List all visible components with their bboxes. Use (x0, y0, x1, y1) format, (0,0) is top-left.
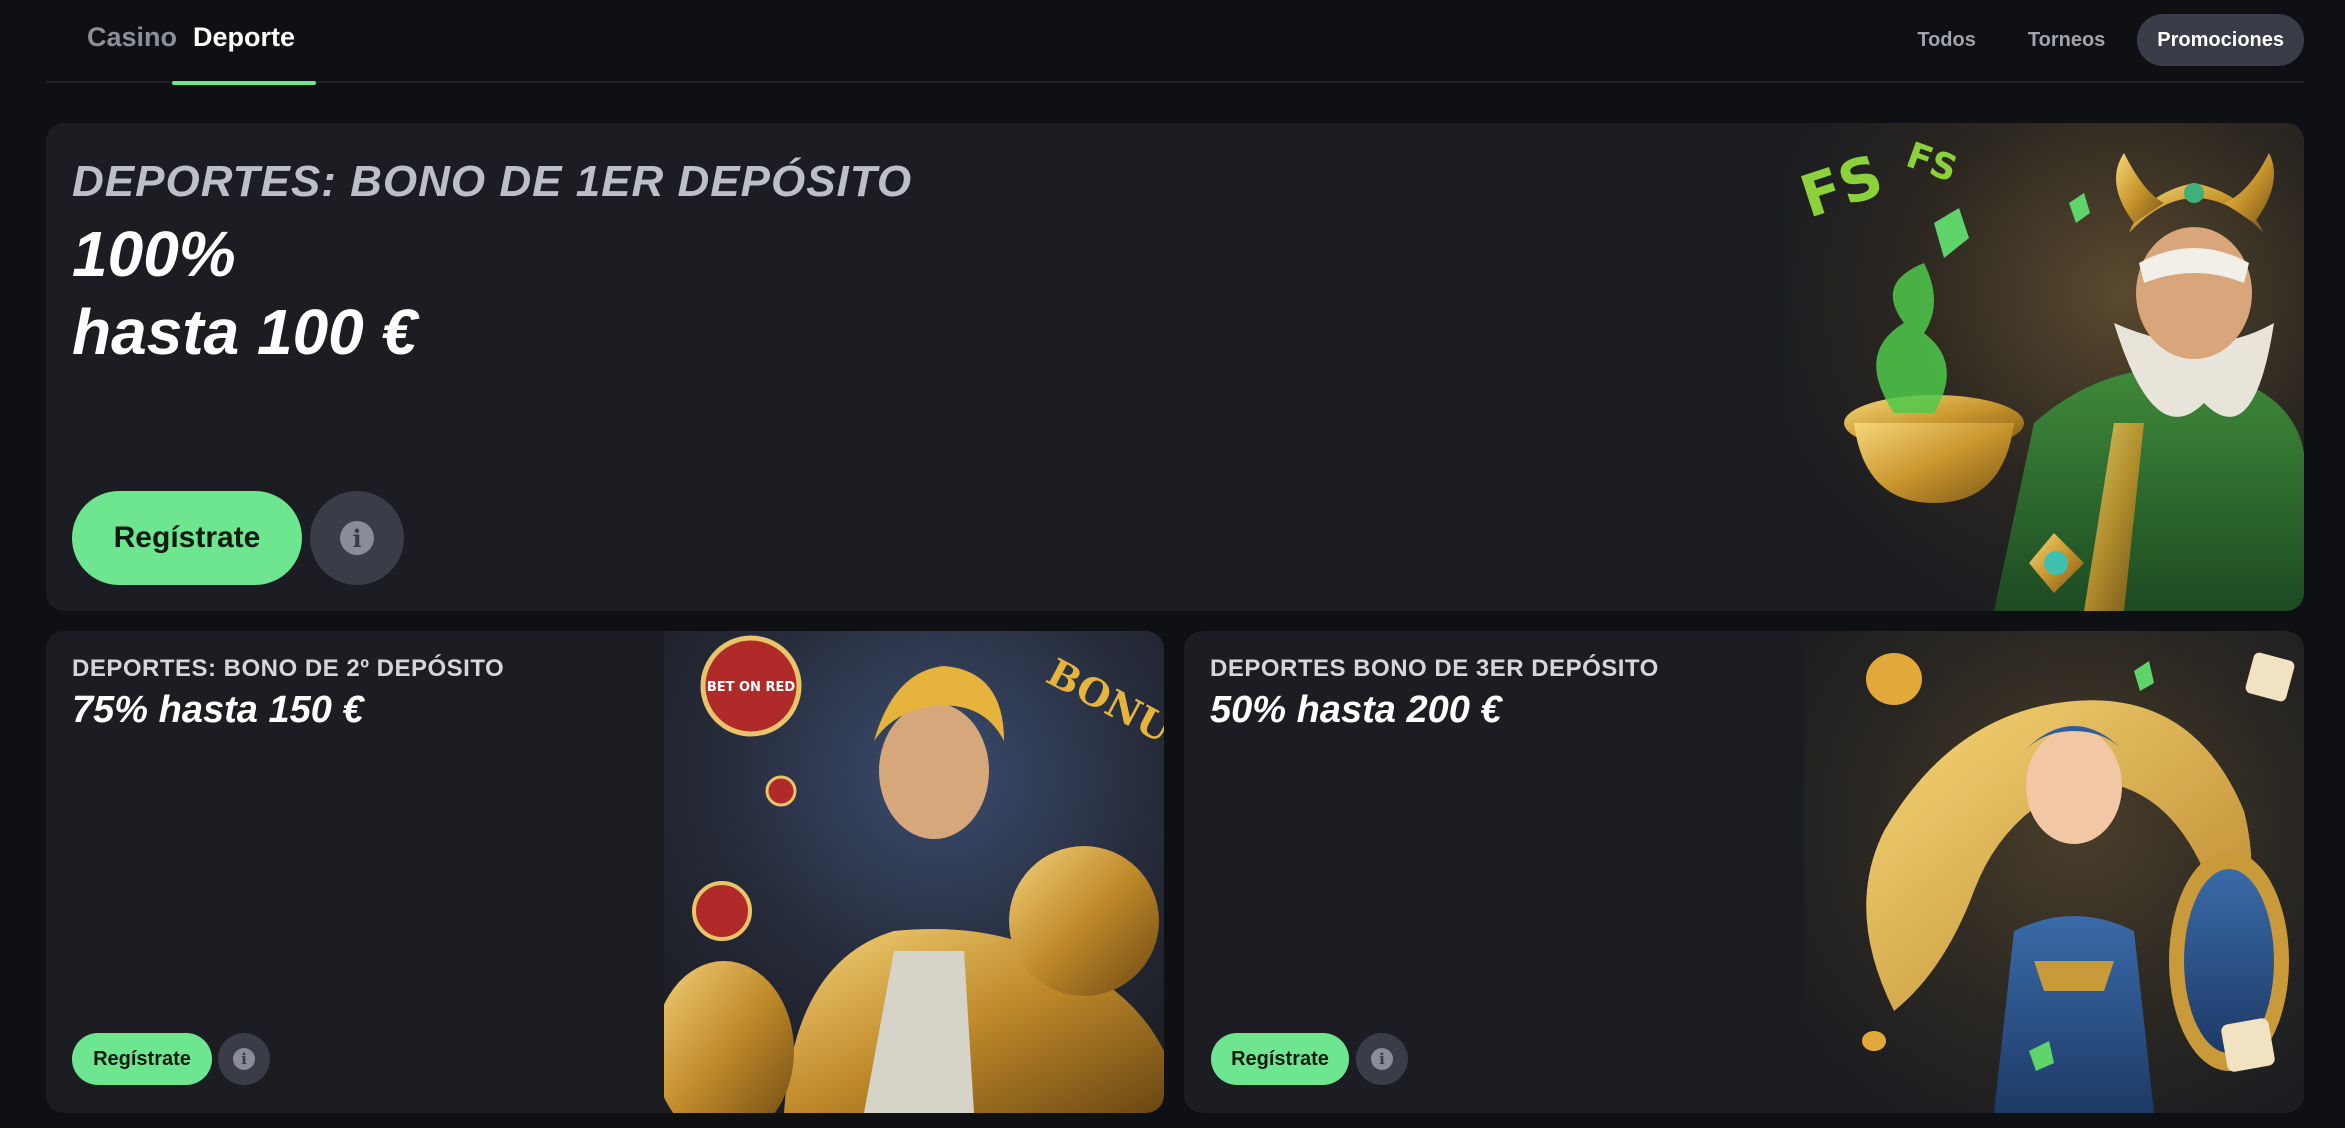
tab-casino-label: Casino (86, 22, 178, 52)
filter-todos-label: Todos (1917, 28, 1976, 51)
info-button[interactable]: i (310, 491, 404, 585)
promo-amount: 75% hasta 150 € (72, 689, 364, 731)
filter-torneos-label: Torneos (2027, 28, 2106, 51)
info-icon: i (340, 521, 374, 555)
warrior-girl-illustration (1804, 631, 2304, 1113)
info-button[interactable]: i (1356, 1033, 1408, 1085)
filter-promociones-label: Promociones (2157, 28, 2284, 51)
promo-title: DEPORTES: BONO DE 2º DEPÓSITO (72, 655, 505, 682)
register-button[interactable]: Regístrate (72, 491, 302, 585)
filter-group: Todos Torneos Promociones (1897, 14, 2304, 66)
promo-card-first-deposit: DEPORTES: BONO DE 1ER DEPÓSITO 100% hast… (46, 123, 2304, 611)
promo-amount: 50% hasta 200 € (1210, 689, 1502, 731)
filter-torneos[interactable]: Torneos (2008, 14, 2125, 66)
filter-promociones[interactable]: Promociones (2137, 14, 2304, 66)
register-button[interactable]: Regístrate (1211, 1033, 1349, 1085)
knight-illustration: BONUS BET ON RED (664, 631, 1164, 1113)
active-tab-indicator (172, 81, 316, 85)
promo-amount: 100% hasta 100 € (72, 215, 972, 371)
tab-deporte-label: Deporte (192, 22, 295, 52)
promo-title: DEPORTES: BONO DE 1ER DEPÓSITO (72, 157, 913, 206)
promo-title: DEPORTES BONO DE 3ER DEPÓSITO (1210, 655, 1659, 682)
info-icon: i (1371, 1048, 1393, 1070)
info-button[interactable]: i (218, 1033, 270, 1085)
promo-amount-percent: 100% (72, 218, 236, 290)
promotions-page: Casino Deporte Todos Torneos Promociones… (0, 0, 2345, 1128)
filter-todos[interactable]: Todos (1897, 14, 1996, 66)
register-button[interactable]: Regístrate (72, 1033, 212, 1085)
promo-card-second-deposit: DEPORTES: BONO DE 2º DEPÓSITO 75% hasta … (46, 631, 1164, 1113)
info-icon: i (233, 1048, 255, 1070)
wizard-illustration: FS FS (1784, 123, 2304, 611)
top-navigation: Casino Deporte Todos Torneos Promociones (46, 0, 2304, 85)
promo-amount-cap: hasta 100 € (72, 296, 418, 368)
chip-label: BET ON RED (707, 680, 796, 695)
tab-deporte[interactable]: Deporte (172, 22, 316, 85)
promo-card-third-deposit: DEPORTES BONO DE 3ER DEPÓSITO 50% hasta … (1184, 631, 2304, 1113)
